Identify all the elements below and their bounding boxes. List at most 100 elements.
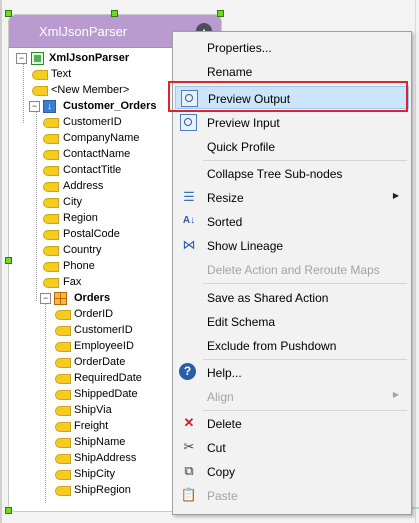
tree-label: ShipRegion: [74, 484, 131, 496]
tree-label: Country: [63, 244, 102, 256]
menu-item-copy[interactable]: ⧉ Copy: [175, 460, 407, 482]
submenu-arrow-icon: ▶: [392, 191, 399, 200]
field-icon: [43, 134, 59, 144]
menu-separator: [203, 359, 407, 360]
field-icon: [55, 422, 71, 432]
repeating-element-icon: [54, 292, 67, 305]
tree-label: CustomerID: [63, 116, 122, 128]
field-icon: [55, 470, 71, 480]
collapse-icon[interactable]: −: [40, 293, 51, 304]
menu-item-label: Cut: [207, 441, 226, 455]
field-icon: [32, 70, 48, 80]
resize-handle[interactable]: [5, 10, 12, 17]
menu-item-label: Sorted: [207, 215, 243, 229]
tree-label: Fax: [63, 276, 82, 288]
tree-label: CompanyName: [63, 132, 140, 144]
menu-item-label: Resize: [207, 191, 244, 205]
field-icon: [55, 390, 71, 400]
menu-item-paste[interactable]: 📋 Paste: [175, 484, 407, 506]
field-icon: [55, 438, 71, 448]
annotation-highlight-box: [168, 81, 408, 112]
menu-item-label: Help...: [207, 366, 242, 380]
collapse-icon[interactable]: −: [16, 53, 27, 64]
field-icon: [43, 278, 59, 288]
tree-label: Phone: [63, 260, 95, 272]
field-icon: [43, 182, 59, 192]
tree-label: ShipName: [74, 436, 126, 448]
connector-line: [415, 0, 416, 523]
resize-handle[interactable]: [111, 10, 118, 17]
menu-separator: [203, 410, 407, 411]
menu-item-label: Quick Profile: [207, 140, 276, 154]
tree-label: Freight: [74, 420, 109, 432]
sort-icon: A↓: [182, 215, 196, 226]
tree-label: City: [63, 196, 82, 208]
menu-item-help[interactable]: ? Help...: [175, 361, 407, 383]
node-title: XmlJsonParser: [39, 24, 128, 39]
parser-node-icon: [31, 52, 44, 65]
delete-icon: ✕: [183, 415, 195, 430]
tree-label: OrderDate: [74, 356, 126, 368]
tree-label: XmlJsonParser: [49, 52, 130, 64]
resize-icon: ☰: [183, 189, 195, 204]
field-icon: [55, 310, 71, 320]
menu-item-label: Preview Input: [207, 116, 280, 130]
tree-label: Region: [63, 212, 98, 224]
menu-item-collapse-tree[interactable]: Collapse Tree Sub-nodes: [175, 162, 407, 184]
collapse-icon[interactable]: −: [29, 101, 40, 112]
tree-label: ShippedDate: [74, 388, 138, 400]
tree-label: Address: [63, 180, 104, 192]
field-icon: [43, 150, 59, 160]
element-icon: ↓: [43, 100, 56, 113]
tree-label: <New Member>: [51, 84, 130, 96]
field-icon: [55, 486, 71, 496]
resize-handle[interactable]: [217, 10, 224, 17]
field-icon: [43, 214, 59, 224]
menu-item-label: Paste: [207, 489, 238, 503]
tree-label: CustomerID: [74, 324, 133, 336]
tree-label: Customer_Orders: [63, 100, 157, 112]
menu-item-label: Exclude from Pushdown: [207, 339, 337, 353]
menu-item-cut[interactable]: ✂ Cut: [175, 436, 407, 458]
menu-item-preview-input[interactable]: Preview Input: [175, 111, 407, 133]
menu-item-label: Rename: [207, 65, 253, 79]
field-icon: [43, 262, 59, 272]
tree-label: EmployeeID: [74, 340, 134, 352]
field-icon: [43, 118, 59, 128]
field-icon: [32, 86, 48, 96]
menu-item-exclude-pushdown[interactable]: Exclude from Pushdown: [175, 334, 407, 356]
menu-item-label: Delete Action and Reroute Maps: [207, 263, 380, 277]
menu-item-label: Properties...: [207, 41, 272, 55]
menu-item-resize[interactable]: ☰ Resize ▶: [175, 186, 407, 208]
field-icon: [55, 374, 71, 384]
menu-item-properties[interactable]: Properties...: [175, 36, 407, 58]
menu-item-delete-reroute[interactable]: Delete Action and Reroute Maps: [175, 258, 407, 280]
tree-label: ShipVia: [74, 404, 112, 416]
menu-item-align[interactable]: Align ▶: [175, 385, 407, 407]
tree-label: ShipCity: [74, 468, 115, 480]
menu-item-quick-profile[interactable]: Quick Profile: [175, 135, 407, 157]
menu-item-label: Edit Schema: [207, 315, 276, 329]
field-icon: [55, 454, 71, 464]
field-icon: [55, 358, 71, 368]
resize-handle[interactable]: [5, 507, 12, 514]
connector-line: [0, 0, 2, 523]
menu-item-edit-schema[interactable]: Edit Schema: [175, 310, 407, 332]
resize-handle[interactable]: [5, 257, 12, 264]
tree-label: Text: [51, 68, 72, 80]
preview-input-icon: [180, 114, 197, 131]
field-icon: [55, 342, 71, 352]
field-icon: [43, 230, 59, 240]
menu-item-label: Align: [207, 390, 234, 404]
menu-item-save-shared-action[interactable]: Save as Shared Action: [175, 286, 407, 308]
menu-item-label: Copy: [207, 465, 236, 479]
menu-item-sorted[interactable]: A↓ Sorted: [175, 210, 407, 232]
menu-item-rename[interactable]: Rename: [175, 60, 407, 82]
tree-label: ContactName: [63, 148, 131, 160]
tree-label: ContactTitle: [63, 164, 122, 176]
menu-item-delete[interactable]: ✕ Delete: [175, 412, 407, 434]
paste-icon: 📋: [180, 487, 198, 502]
copy-icon: ⧉: [184, 463, 194, 478]
menu-item-show-lineage[interactable]: ⋈ Show Lineage: [175, 234, 407, 256]
field-icon: [55, 406, 71, 416]
